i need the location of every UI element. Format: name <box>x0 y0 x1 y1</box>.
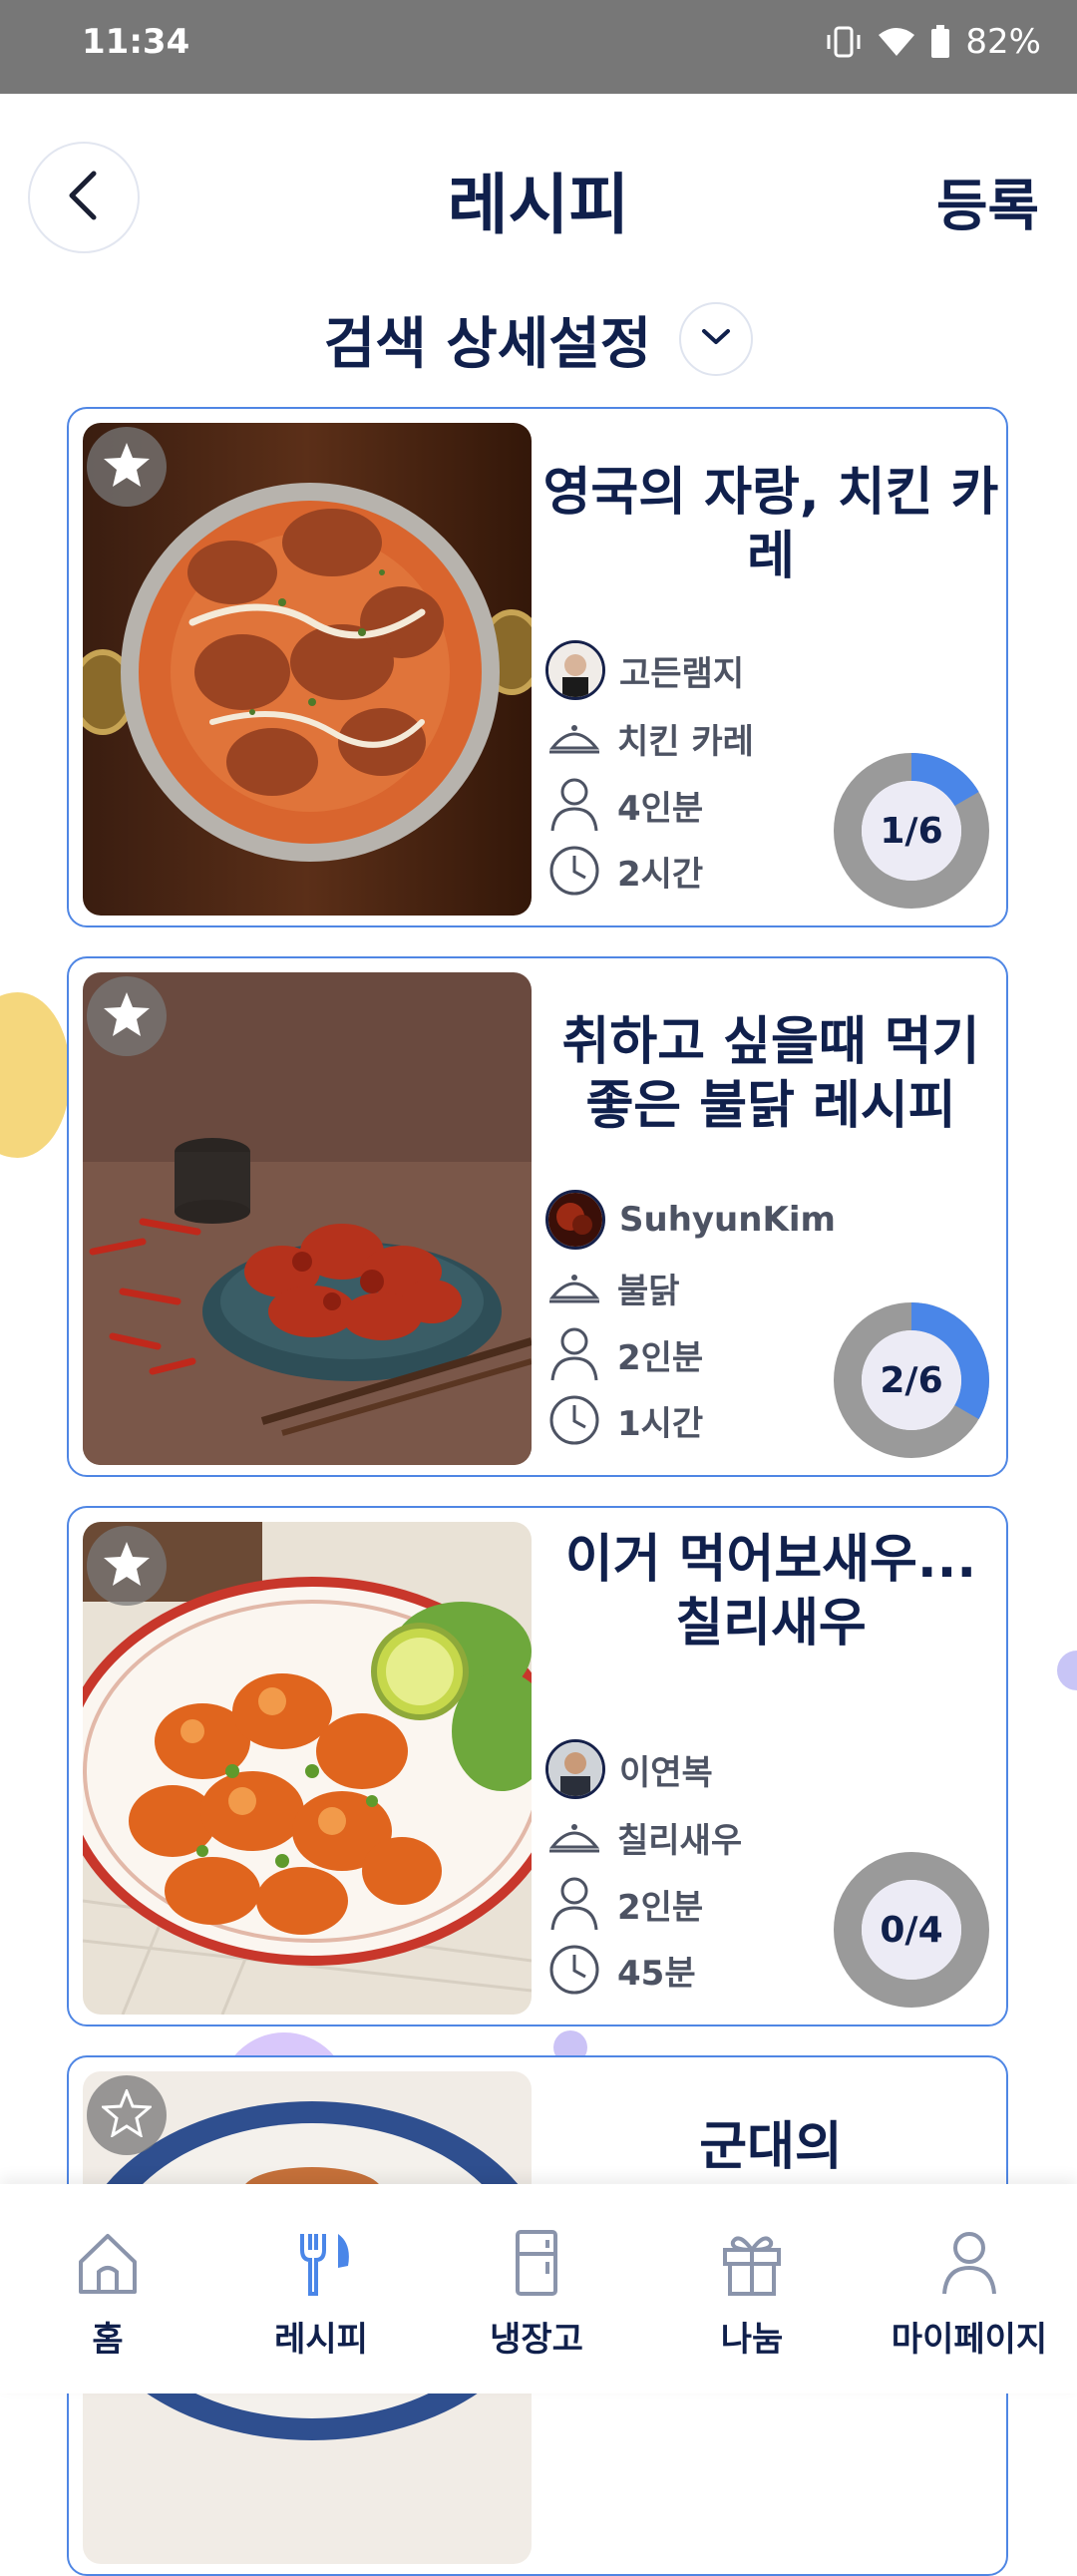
nav-item-share[interactable]: 나눔 <box>652 2228 852 2361</box>
fork-knife-icon <box>286 2228 356 2302</box>
author-name: 이연복 <box>619 1752 713 1793</box>
servings-text: 2인분 <box>617 1887 704 1928</box>
search-filter-label[interactable]: 검색 상세설정 <box>324 299 652 380</box>
clock-icon <box>545 1391 603 1449</box>
recipe-time: 1시간 <box>545 1391 703 1449</box>
recipe-card[interactable]: 이거 먹어보새우...칠리새우 이연복 칠리새우 2인분 45분 0/4 <box>67 1506 1008 2026</box>
search-filter-toggle[interactable] <box>679 302 754 376</box>
clock-icon <box>545 1941 603 1999</box>
star-icon <box>102 1540 152 1592</box>
recipe-dish: 치킨 카레 <box>545 709 754 767</box>
fridge-icon <box>502 2228 571 2302</box>
recipe-title: 군대의 <box>699 2117 843 2177</box>
person-icon <box>545 1325 603 1383</box>
favorite-star-button[interactable] <box>87 2075 167 2155</box>
person-icon <box>545 1875 603 1933</box>
battery-percent: 82% <box>965 22 1041 62</box>
nav-label: 홈 <box>92 2320 124 2360</box>
dish-name: 치킨 카레 <box>617 721 754 762</box>
star-icon <box>102 990 152 1042</box>
recipe-card[interactable]: 취하고 싶을때 먹기 좋은 불닭 레시피 SuhyunKim 불닭 2인분 1시… <box>67 956 1008 1477</box>
nav-label: 레시피 <box>274 2320 368 2360</box>
servings-text: 2인분 <box>617 1337 704 1378</box>
page-title: 레시피 <box>447 167 630 243</box>
recipe-time: 45분 <box>545 1941 696 1999</box>
recipe-title: 이거 먹어보새우...칠리새우 <box>564 1530 977 1654</box>
servings-text: 4인분 <box>617 788 704 829</box>
person-icon <box>545 776 603 834</box>
nav-item-recipe[interactable]: 레시피 <box>221 2228 421 2361</box>
chevron-down-icon <box>701 328 731 350</box>
gift-icon <box>717 2228 787 2302</box>
bottom-nav: 홈 레시피 냉장고 나눔 마이페이지 <box>0 2184 1077 2393</box>
recipe-time: 2시간 <box>545 842 703 900</box>
favorite-star-button[interactable] <box>87 427 167 507</box>
time-text: 1시간 <box>617 1403 704 1444</box>
star-icon <box>102 441 152 493</box>
cloche-icon <box>545 709 603 767</box>
recipe-progress-ring: 2/6 <box>832 1300 991 1460</box>
progress-label: 2/6 <box>880 1359 943 1401</box>
decor-circle-yellow <box>0 992 70 1158</box>
time-text: 45분 <box>617 1953 696 1994</box>
wifi-icon <box>878 27 915 57</box>
status-bar: 11:34 82% <box>0 0 1077 94</box>
recipe-photo <box>83 1522 532 2015</box>
nav-label: 마이페이지 <box>891 2320 1048 2360</box>
recipe-card[interactable]: 영국의 자랑, 치킨 카레 고든램지 치킨 카레 4인분 2시간 1/6 <box>67 407 1008 927</box>
time-text: 2시간 <box>617 854 704 895</box>
progress-label: 1/6 <box>880 810 943 852</box>
progress-label: 0/4 <box>880 1909 943 1951</box>
register-button[interactable]: 등록 <box>936 162 1039 242</box>
nav-label: 냉장고 <box>490 2320 583 2360</box>
author-avatar <box>545 640 605 700</box>
author-avatar <box>545 1739 605 1799</box>
search-filter-row: 검색 상세설정 <box>0 299 1077 379</box>
decor-circle-lavender <box>1057 1651 1077 1690</box>
recipe-servings: 2인분 <box>545 1875 703 1933</box>
recipe-author: 이연복 <box>545 1739 713 1799</box>
home-icon <box>73 2228 143 2302</box>
recipe-progress-ring: 0/4 <box>832 1850 991 2010</box>
recipe-photo <box>83 423 532 916</box>
status-time: 11:34 <box>82 22 190 62</box>
person-icon <box>934 2228 1004 2302</box>
favorite-star-button[interactable] <box>87 1526 167 1606</box>
recipe-photo <box>83 972 532 1465</box>
recipe-servings: 2인분 <box>545 1325 703 1383</box>
author-avatar <box>545 1190 605 1250</box>
recipe-dish: 칠리새우 <box>545 1808 742 1866</box>
recipe-dish: 불닭 <box>545 1259 680 1316</box>
author-name: 고든램지 <box>619 653 745 694</box>
recipe-author: 고든램지 <box>545 640 744 700</box>
dish-name: 칠리새우 <box>617 1820 743 1861</box>
author-name: SuhyunKim <box>619 1200 836 1240</box>
status-icons: 82% <box>824 22 1041 62</box>
dish-name: 불닭 <box>617 1271 680 1311</box>
recipe-title: 취하고 싶을때 먹기 좋은 불닭 레시피 <box>561 1012 980 1136</box>
nav-label: 나눔 <box>720 2320 784 2360</box>
nav-item-home[interactable]: 홈 <box>8 2228 207 2361</box>
battery-icon <box>929 25 951 59</box>
vibrate-icon <box>824 25 864 59</box>
cloche-icon <box>545 1808 603 1866</box>
recipe-author: SuhyunKim <box>545 1190 836 1250</box>
nav-item-mypage[interactable]: 마이페이지 <box>870 2228 1069 2361</box>
recipe-progress-ring: 1/6 <box>832 751 991 911</box>
recipe-title: 영국의 자랑, 치킨 카레 <box>542 463 999 586</box>
recipe-servings: 4인분 <box>545 776 703 834</box>
star-icon <box>100 2086 154 2141</box>
favorite-star-button[interactable] <box>87 976 167 1056</box>
clock-icon <box>545 842 603 900</box>
app-header: 레시피 등록 <box>0 94 1077 283</box>
nav-item-fridge[interactable]: 냉장고 <box>437 2228 636 2361</box>
cloche-icon <box>545 1259 603 1316</box>
